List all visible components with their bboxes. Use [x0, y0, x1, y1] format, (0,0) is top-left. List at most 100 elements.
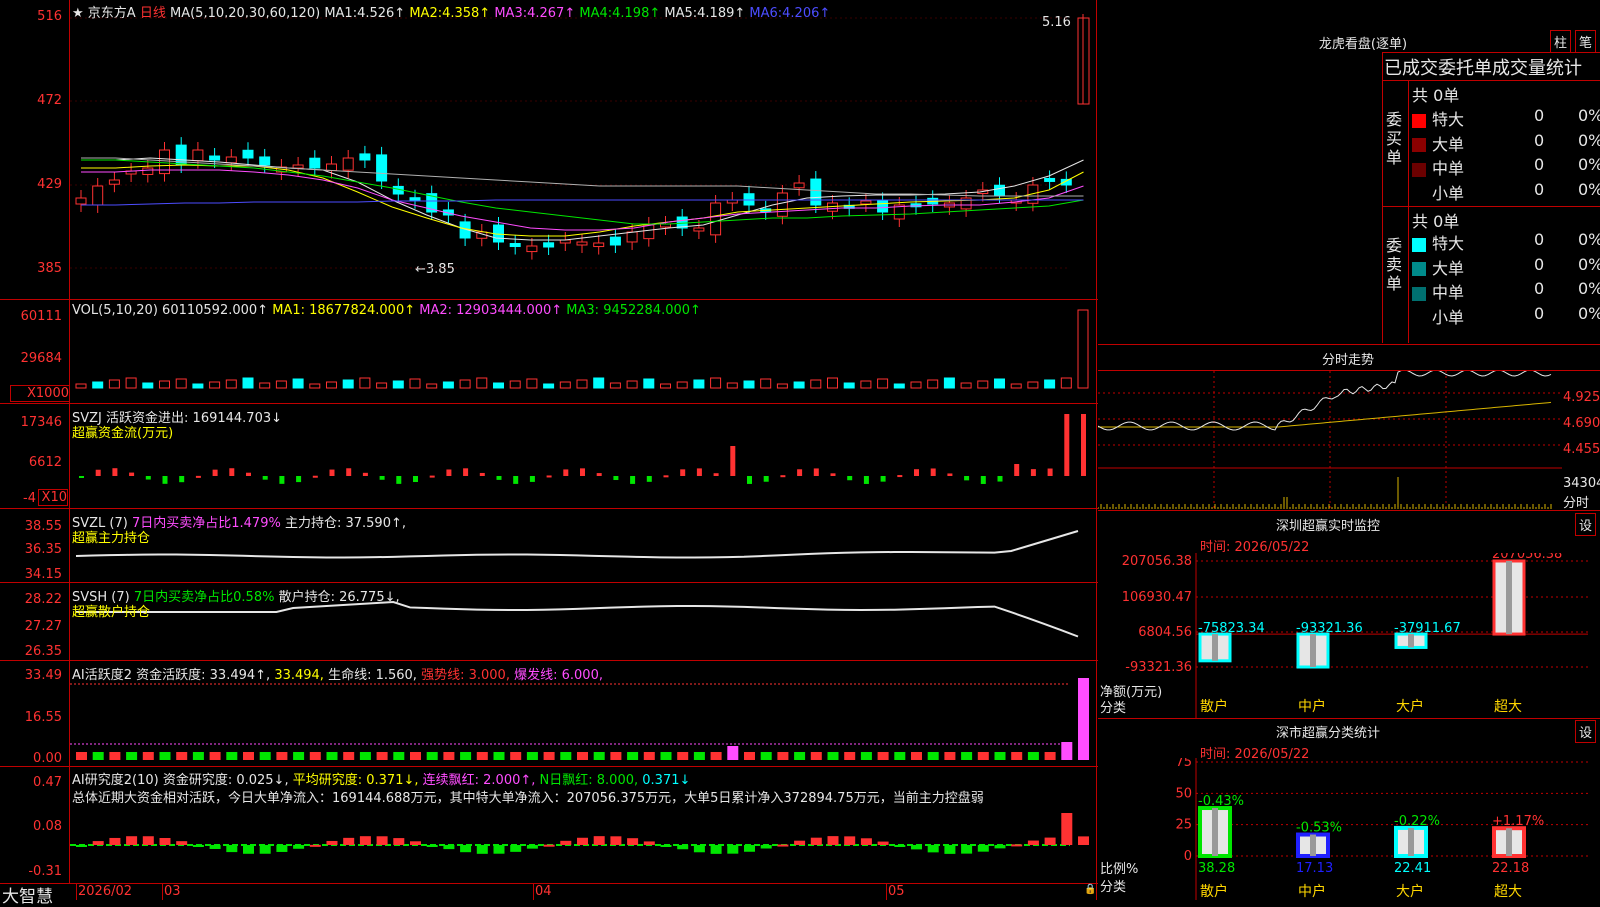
lhb-left-border [1382, 52, 1383, 343]
volume-bar [209, 381, 221, 389]
lhb-color-swatch [1412, 262, 1426, 276]
candle-body [376, 154, 388, 182]
svzj-bar [195, 475, 201, 478]
classify-title: 深市超赢分类统计 [1275, 726, 1380, 741]
ai1-bar [577, 752, 588, 760]
ai2-bar [376, 836, 388, 845]
volume-bar [275, 380, 287, 389]
lhb-row-label: 特大 [1432, 110, 1465, 129]
volume-bar [426, 383, 438, 389]
ai1-bar [142, 752, 154, 760]
volume-bar [509, 380, 521, 389]
lhb-row-label: 中单 [1432, 159, 1465, 178]
ai1-bars [70, 678, 1089, 760]
ai1-strong: 强势线: 3.000, [421, 668, 510, 683]
lhb-row: 大单 0 0% [1412, 255, 1600, 279]
volume-bar [743, 380, 755, 389]
ai1-bar [126, 752, 138, 760]
ai2-bar [543, 844, 555, 847]
ai1-bar [293, 752, 305, 760]
ai1-bar [677, 752, 689, 760]
volume-bar [292, 378, 304, 389]
volume-bar [927, 379, 939, 389]
ai1-axis-top: 33.49 [24, 668, 62, 683]
monitor-bar-shade [1506, 561, 1512, 635]
volume-bar [543, 383, 555, 389]
volume-bar [860, 380, 872, 389]
svsh-axis-top: 28.22 [24, 592, 62, 607]
ai1-bar [443, 752, 455, 760]
lhb-row-percent: 0% [1578, 179, 1600, 199]
ai1-bar [476, 752, 488, 760]
classify-settings-button[interactable]: 设 [1575, 720, 1597, 743]
svzl-axis-low: 34.15 [24, 567, 62, 582]
ai2-axis-low: -0.31 [28, 864, 62, 879]
lhb-title: 龙虎看盘(逐单) [1318, 37, 1408, 52]
lhb-row-percent: 0% [1578, 230, 1600, 249]
monitor-settings-button[interactable]: 设 [1575, 513, 1597, 536]
monitor-category-label: 超大 [1494, 699, 1522, 715]
volume-bar [726, 382, 738, 389]
vol-label: VOL(5,10,20) [72, 303, 158, 318]
volume-bar [710, 377, 722, 389]
ai1-bar [1044, 752, 1056, 760]
lhb-row-percent: 0% [1578, 106, 1600, 125]
svsh-sub: 超赢散户持仓 [72, 605, 151, 620]
ai1-bar [309, 752, 321, 760]
ai2-bar [92, 841, 104, 845]
candle-body [526, 245, 538, 253]
volume-bar [559, 381, 571, 389]
svzl-axis-mid: 36.35 [24, 542, 62, 557]
monitor-axis-label: 6804.56 [1138, 625, 1192, 640]
volume-bar [159, 380, 170, 389]
lhb-row-label: 大单 [1432, 258, 1465, 278]
classify-unit: 比例% [1100, 862, 1139, 877]
svsh-line [76, 600, 1079, 638]
candle-body [209, 155, 221, 161]
svzj-bar [863, 476, 869, 484]
main-chart-area: ★ 京东方A 日线 MA(5,10,20,30,60,120) MA1:4.52… [0, 0, 1098, 907]
lhb-row-count: 0 [1534, 254, 1545, 274]
date-label-apr: 04 [535, 884, 552, 899]
ai1-bar [660, 752, 672, 760]
svzj-bar [730, 446, 736, 476]
ai1-life: 生命线: 1.560, [328, 668, 417, 683]
lhb-color-swatch [1412, 138, 1426, 152]
classify-axis-label: 75 [1175, 758, 1192, 770]
ai1-bar [794, 752, 806, 760]
classify-bar-shade [1506, 828, 1512, 856]
ai2-axis-top: 0.47 [33, 775, 62, 790]
svzj-bar [663, 475, 669, 478]
ai1-bar [744, 752, 755, 760]
ai2-bar [460, 845, 472, 853]
ai1-bar [810, 752, 822, 760]
monitor-title: 深圳超赢实时监控 [1275, 519, 1380, 534]
kline-canvas[interactable] [70, 0, 1096, 884]
lhb-bar-button[interactable]: 柱 [1550, 30, 1572, 53]
lhb-tick-button[interactable]: 笔 [1575, 30, 1597, 53]
ai2-avg: 平均研究度: 0.371↓, [292, 773, 419, 788]
candle-body [409, 197, 421, 202]
svzj-bar [1081, 414, 1086, 476]
ai1-bar [844, 752, 856, 760]
svzj-bar [112, 468, 118, 476]
svsh-main: 散户持仓: 26.775↓, [278, 590, 400, 605]
ai2-bar [510, 845, 522, 852]
lock-icon[interactable]: 🔒 [1084, 884, 1096, 895]
monitor-chart: 207056.38 106930.47 6804.56 -93321.36 -75823… [1122, 553, 1588, 718]
right-panel: 龙虎看盘(逐单) 柱 笔 已成交委托单成交量统计 委买单 共 0单 特大00%大… [1098, 0, 1600, 900]
svzj-bar [362, 472, 368, 476]
volume-bar [376, 382, 388, 389]
lhb-header: 已成交委托单成交量统计 [1384, 58, 1582, 79]
vol-axis-top: 60111 [20, 309, 62, 324]
fenshi-chart[interactable] [1098, 371, 1562, 509]
svzj-bar [830, 473, 836, 476]
ai2-header: AI研究度2(10) 资金研究度: 0.025↓, 平均研究度: 0.371↓,… [72, 769, 690, 788]
ai2-bar [961, 845, 973, 854]
volume-bar [910, 381, 922, 389]
monitor-category-label: 大户 [1396, 698, 1424, 715]
date-label-may: 05 [888, 884, 905, 899]
svzj-bar [630, 476, 636, 484]
ai1-bar [1061, 742, 1073, 760]
ai2-bar [693, 845, 705, 853]
